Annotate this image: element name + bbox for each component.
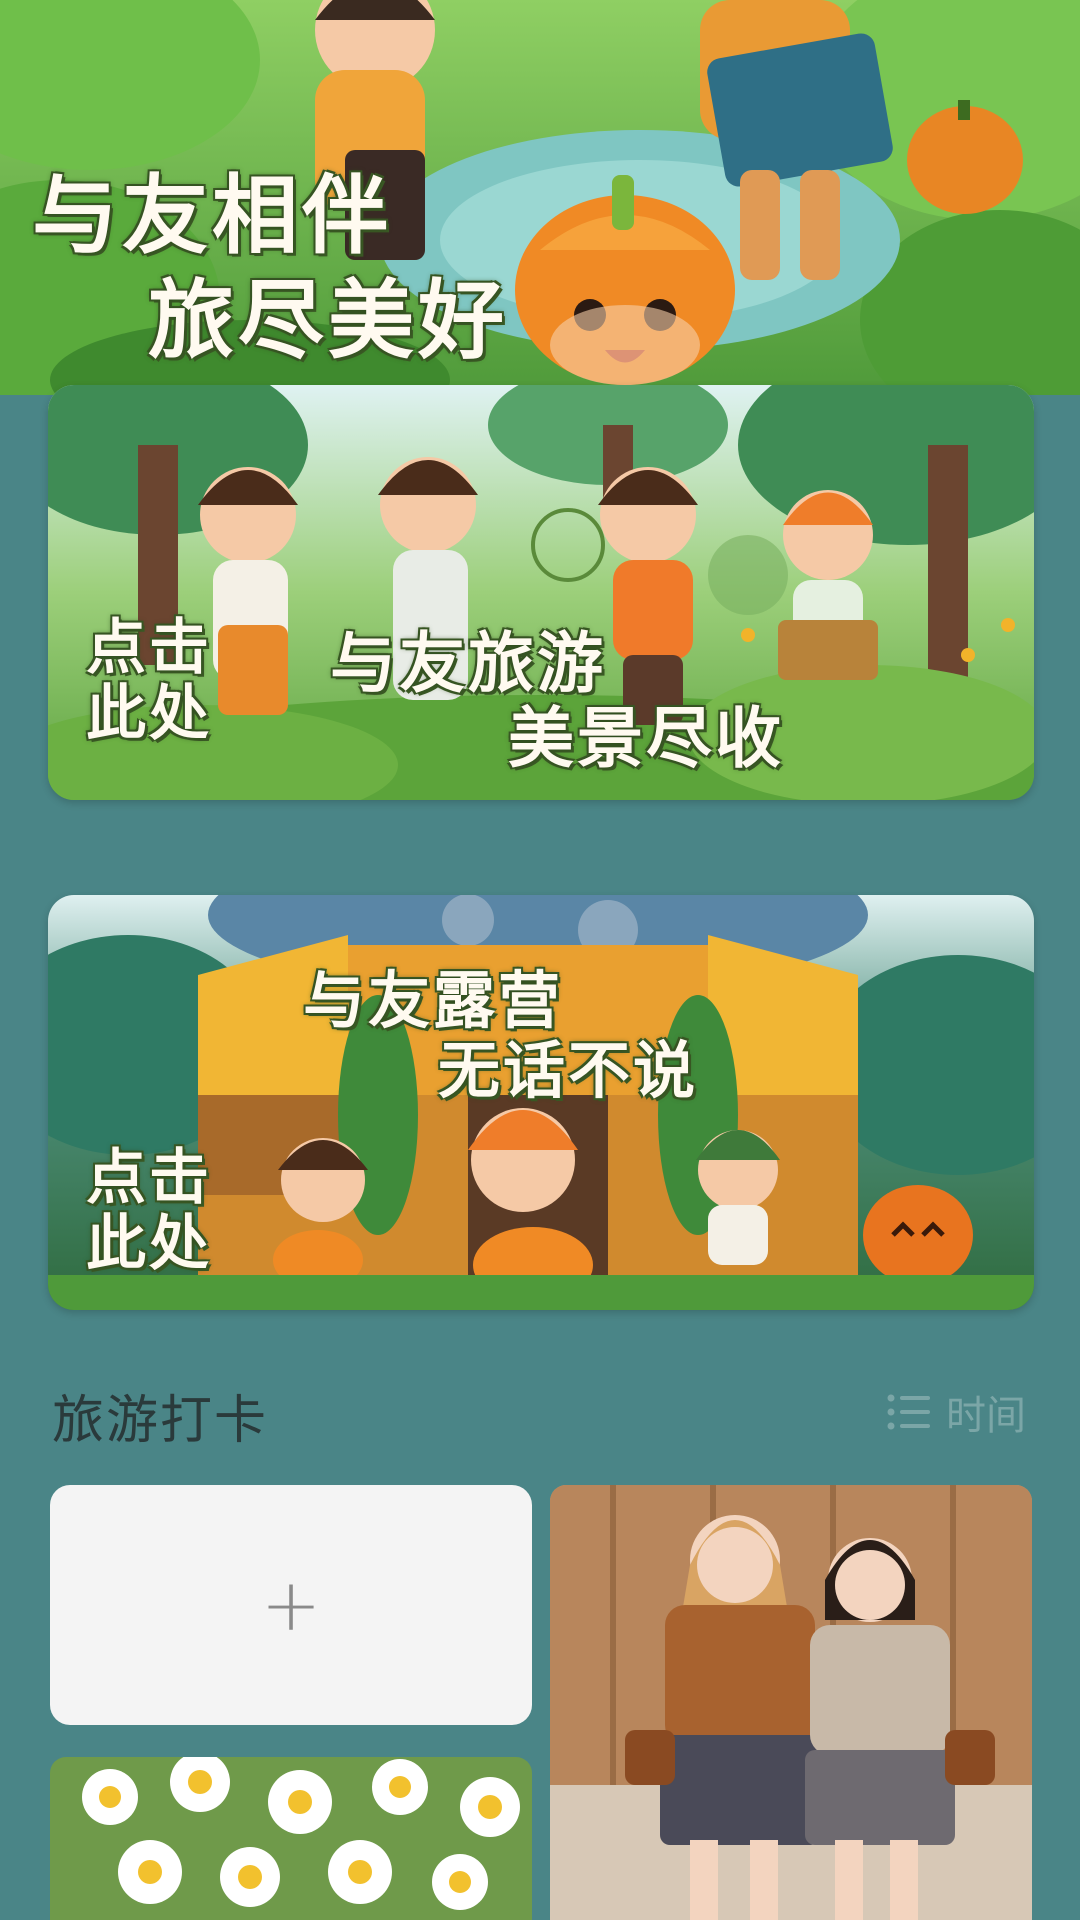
click-here-label: 点击此处 [86,1143,212,1279]
section-title: 旅游打卡 [52,1391,269,1451]
sort-by-time-button[interactable]: 时间 [886,1383,1026,1441]
list-icon [886,1392,932,1432]
banner-title-line-2: 无话不说 [438,1034,699,1107]
plus-icon: + [260,1563,322,1647]
banner-title-line-2: 美景尽收 [508,700,784,777]
hero-title-line-2: 旅尽美好 [148,271,508,371]
add-checkin-card[interactable]: + [50,1485,532,1725]
hero-banner: 与友相伴 旅尽美好 [0,0,1080,395]
travel-banner[interactable]: 点击此处 与友旅游 美景尽收 [48,385,1034,800]
checkin-photo-card[interactable] [50,1757,532,1920]
daisy-photo [50,1757,532,1920]
sort-label: 时间 [946,1393,1026,1439]
checkin-photo-card[interactable] [550,1485,1032,1920]
page: 与友相伴 旅尽美好 点击此处 与友旅游 美景尽收 与友露营 无话不说 点击此处 … [0,0,1080,1920]
camping-banner[interactable]: 与友露营 无话不说 点击此处 [48,895,1034,1310]
click-here-label: 点击此处 [86,613,212,749]
friends-photo [550,1485,1032,1920]
